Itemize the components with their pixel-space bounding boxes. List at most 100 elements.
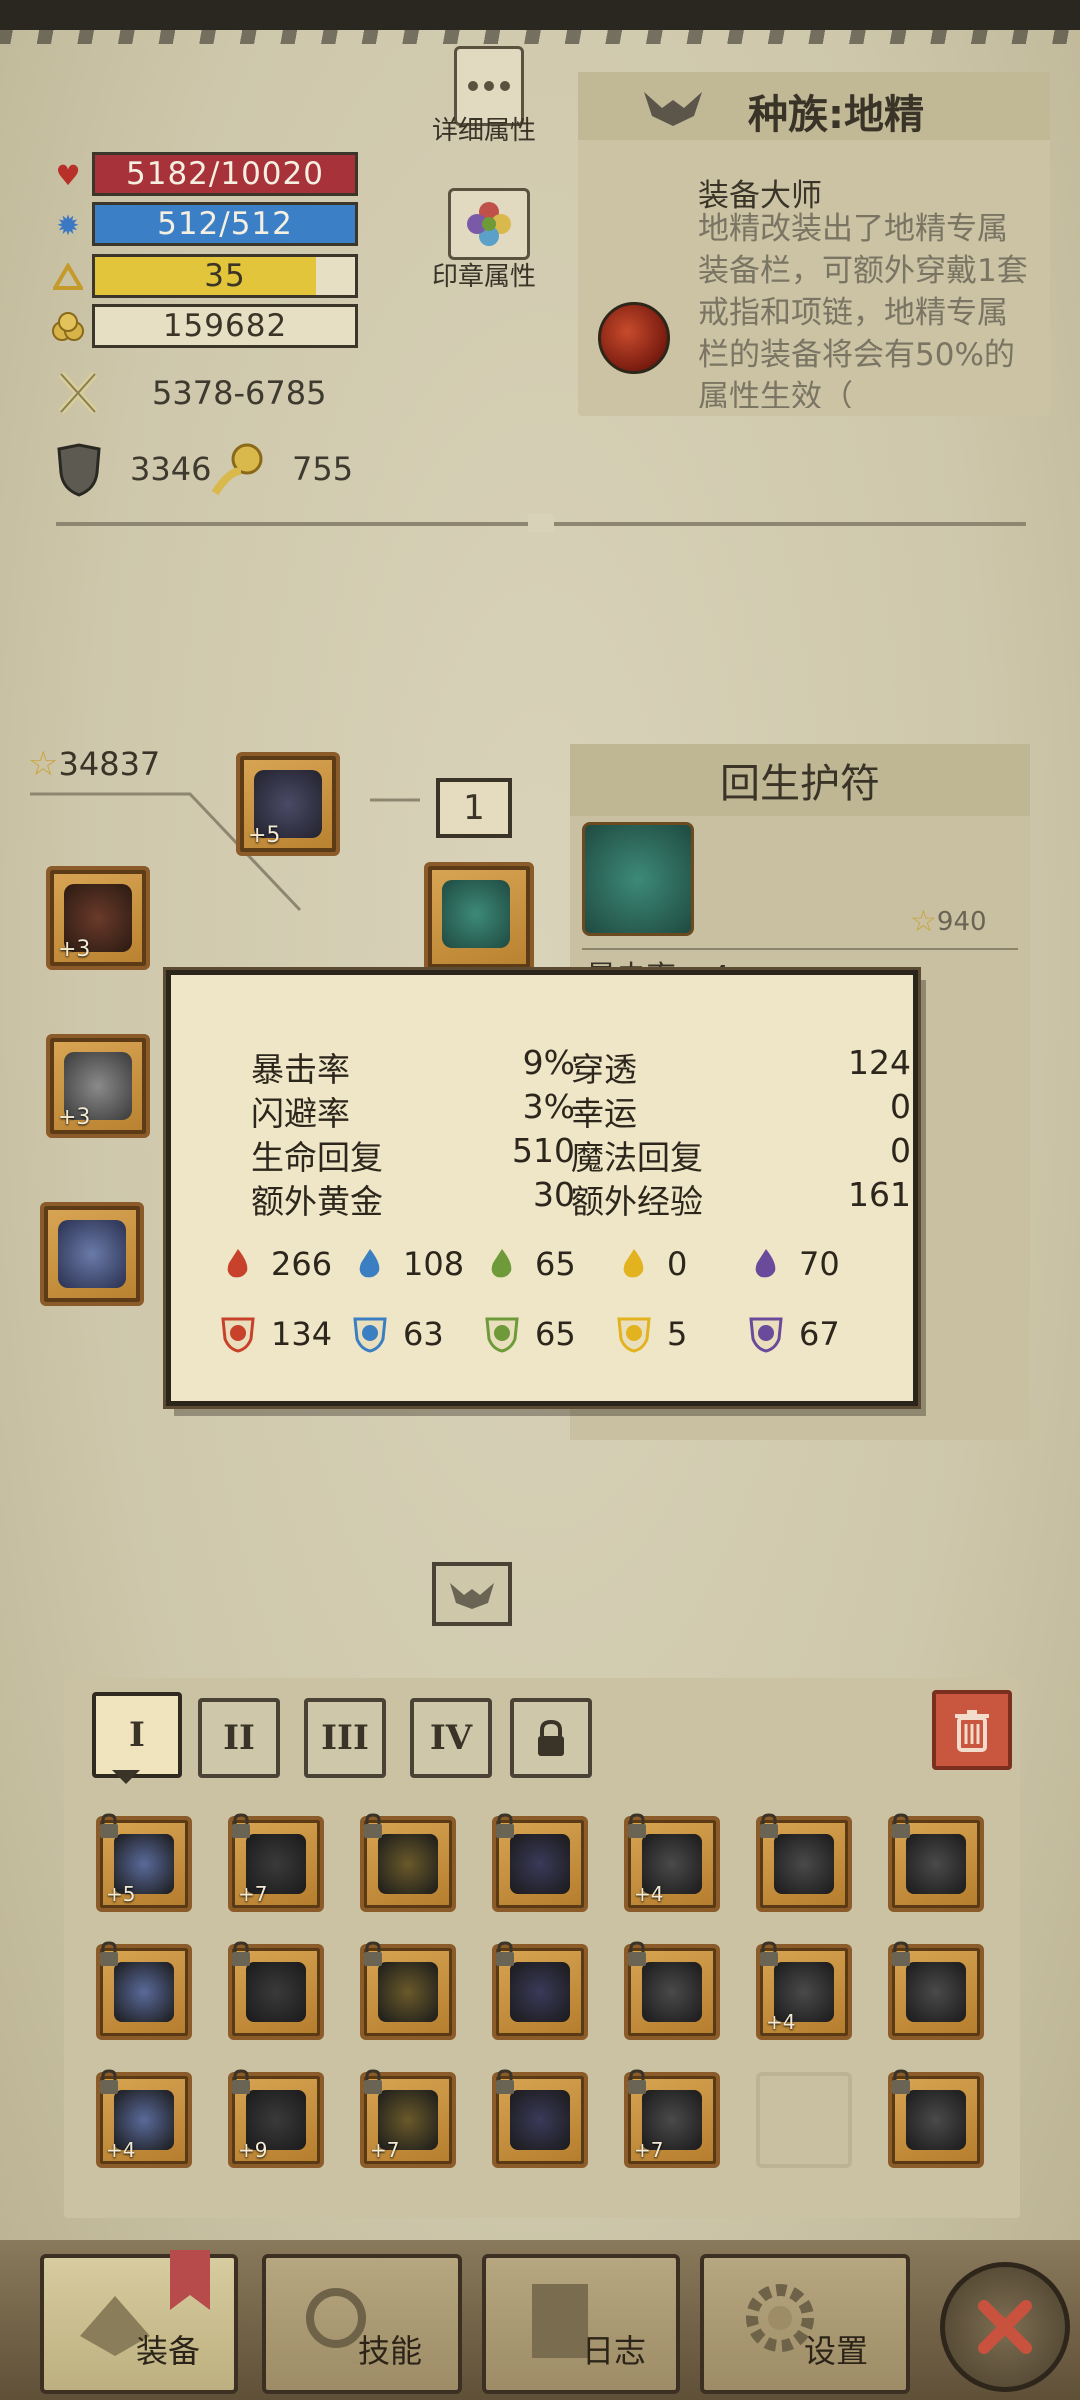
race-title-bar: 种族:地精 bbox=[578, 72, 1050, 140]
item-score-value: 940 bbox=[936, 906, 987, 937]
equip-slot-gloves[interactable] bbox=[40, 1202, 144, 1306]
race-skill-icon bbox=[598, 302, 670, 374]
nav-equip-button[interactable]: 装备 bbox=[40, 2250, 238, 2394]
equip-plus: +3 bbox=[58, 937, 91, 962]
lock-icon bbox=[496, 1813, 514, 1838]
equip-slot-helmet[interactable]: +5 bbox=[236, 752, 340, 856]
inventory-item bbox=[906, 1962, 966, 2022]
inventory-slot[interactable]: +4 bbox=[96, 2069, 192, 2168]
lock-icon bbox=[538, 1719, 564, 1756]
race-title: 种族:地精 bbox=[748, 92, 924, 138]
lock-icon bbox=[892, 1941, 910, 1966]
inventory-slot[interactable] bbox=[360, 1813, 456, 1912]
star-icon: ☆ bbox=[910, 904, 937, 939]
stat-label: 幸运 bbox=[571, 1094, 637, 1133]
inventory-slot[interactable] bbox=[888, 1813, 984, 1912]
inventory-slot[interactable]: +7 bbox=[360, 2069, 456, 2168]
close-icon bbox=[978, 2300, 1032, 2354]
stat-value: 3% bbox=[522, 1087, 575, 1126]
nav-skill-label: 技能 bbox=[358, 2332, 423, 2370]
collapse-button[interactable] bbox=[432, 1562, 512, 1626]
inventory-slot[interactable] bbox=[492, 1813, 588, 1912]
level-value: 35 bbox=[204, 258, 246, 294]
tab-4[interactable]: IV bbox=[410, 1698, 492, 1778]
equip-slot-ring[interactable]: +3 bbox=[46, 866, 150, 970]
inventory-slot[interactable]: +7 bbox=[228, 1813, 324, 1912]
inventory-slot[interactable]: +5 bbox=[96, 1813, 192, 1912]
inventory-slot[interactable] bbox=[492, 2069, 588, 2168]
lock-icon bbox=[364, 1813, 382, 1838]
trash-button[interactable] bbox=[932, 1690, 1012, 1770]
inventory-slot[interactable] bbox=[624, 1941, 720, 2040]
triangle-icon bbox=[50, 259, 86, 295]
speed-value: 755 bbox=[292, 450, 354, 488]
item-plus: +5 bbox=[106, 1882, 136, 1906]
equip-slot-weapon[interactable]: +3 bbox=[46, 1034, 150, 1138]
item-plus: +4 bbox=[634, 1882, 664, 1906]
equipment-score-value: 34837 bbox=[58, 745, 161, 783]
goblin-emblem-icon bbox=[644, 92, 702, 126]
nav-log-button[interactable]: 日志 bbox=[482, 2254, 680, 2394]
inventory-slot[interactable] bbox=[360, 1941, 456, 2040]
element-value: 266 bbox=[271, 1245, 333, 1283]
item-plus: +7 bbox=[370, 2138, 400, 2162]
inventory-slot[interactable] bbox=[96, 1941, 192, 2040]
water-icon bbox=[359, 1249, 380, 1278]
lock-icon bbox=[364, 2069, 382, 2094]
gold-coins-icon bbox=[50, 309, 86, 345]
inventory-item bbox=[642, 1962, 702, 2022]
item-plus: +7 bbox=[238, 1882, 268, 1906]
inventory-slot[interactable] bbox=[492, 1941, 588, 2040]
nav-skill-button[interactable]: 技能 bbox=[262, 2254, 462, 2394]
fire-defense: 134 bbox=[219, 1315, 332, 1353]
lock-icon bbox=[628, 1813, 646, 1838]
hp-row: ♥ bbox=[50, 152, 86, 198]
tooltip-stat-row: 生命回复 510 魔法回复 0 bbox=[251, 1131, 911, 1177]
inventory-slot[interactable] bbox=[756, 2072, 852, 2168]
arcane-defense: 67 bbox=[747, 1315, 840, 1353]
inventory-slot[interactable] bbox=[888, 2069, 984, 2168]
gold-value: 159682 bbox=[162, 308, 288, 344]
race-panel: 种族:地精 装备大师 地精改装出了地精专属装备栏，可额外穿戴1套戒指和项链，地精… bbox=[578, 72, 1050, 416]
item-separator bbox=[582, 948, 1018, 950]
stat-value: 30 bbox=[533, 1175, 575, 1214]
gold-row bbox=[50, 304, 86, 350]
inventory-item bbox=[510, 2090, 570, 2150]
tab-locked[interactable] bbox=[510, 1698, 592, 1778]
tab-2[interactable]: II bbox=[198, 1698, 280, 1778]
inventory-slot[interactable] bbox=[228, 1941, 324, 2040]
inventory-slot[interactable]: +4 bbox=[624, 1813, 720, 1912]
mp-value: 512/512 bbox=[157, 206, 293, 242]
element-value: 63 bbox=[403, 1315, 444, 1353]
inventory-item bbox=[906, 2090, 966, 2150]
water-defense: 63 bbox=[351, 1315, 444, 1353]
stat-label: 额外经验 bbox=[571, 1182, 703, 1221]
crossed-swords-icon bbox=[54, 366, 102, 422]
equip-plus: +5 bbox=[248, 823, 281, 848]
close-button[interactable] bbox=[940, 2262, 1070, 2392]
level-row bbox=[50, 254, 86, 300]
inventory-slot[interactable]: +7 bbox=[624, 2069, 720, 2168]
character-screen: ♥ 5182/10020 ✹ 512/512 35 159682 5378-67… bbox=[0, 0, 1080, 2400]
seal-attributes-button[interactable] bbox=[448, 188, 530, 260]
mp-bar: 512/512 bbox=[92, 202, 358, 246]
gold-box: 159682 bbox=[92, 304, 358, 348]
inventory-slot[interactable] bbox=[756, 1813, 852, 1912]
seal-attributes-label: 印章属性 bbox=[432, 262, 537, 292]
item-plus: +7 bbox=[634, 2138, 664, 2162]
tab-3[interactable]: III bbox=[304, 1698, 386, 1778]
tab-1[interactable]: I bbox=[92, 1692, 182, 1778]
detail-attributes-label: 详细属性 bbox=[432, 116, 537, 146]
item-score: ☆ 940 bbox=[910, 904, 987, 939]
nav-settings-label: 设置 bbox=[804, 2332, 869, 2370]
flower-seal-icon bbox=[467, 202, 511, 246]
nav-settings-button[interactable]: 设置 bbox=[700, 2254, 910, 2394]
inventory-slot[interactable]: +9 bbox=[228, 2069, 324, 2168]
slot-index-badge[interactable]: 1 bbox=[436, 778, 512, 838]
equip-slot-amulet[interactable] bbox=[424, 862, 534, 972]
inventory-item bbox=[246, 1962, 306, 2022]
inventory-slot[interactable] bbox=[888, 1941, 984, 2040]
element-value: 65 bbox=[535, 1315, 576, 1353]
inventory-slot[interactable]: +4 bbox=[756, 1941, 852, 2040]
stat-value: 124 bbox=[848, 1043, 911, 1082]
